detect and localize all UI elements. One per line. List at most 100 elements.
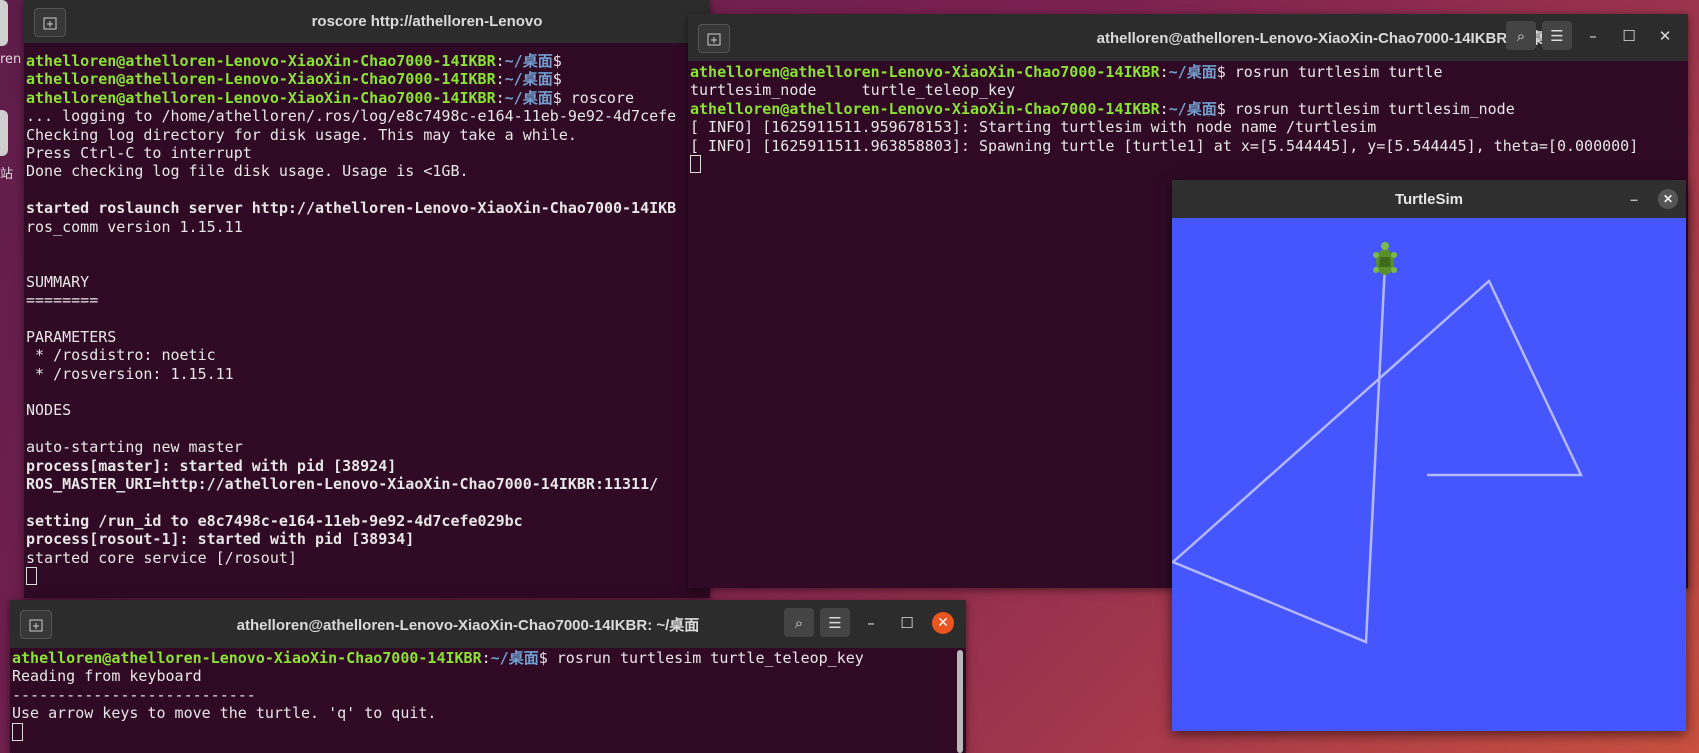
prompt-separator: : bbox=[1159, 63, 1169, 81]
teleop-scrollbar[interactable] bbox=[957, 650, 963, 753]
command-text: $ rosrun turtlesim turtle_teleop_key bbox=[538, 649, 864, 667]
command-text: $ rosrun turtlesim turtle bbox=[1216, 63, 1443, 81]
turtlesim-canvas bbox=[1170, 218, 1686, 731]
command-text: $ bbox=[552, 52, 562, 70]
terminal-line: started roslaunch server http://athellor… bbox=[26, 199, 677, 218]
terminal-cursor-line bbox=[26, 567, 708, 586]
turtle-path-drawing bbox=[1170, 242, 1583, 644]
roscore-window-title: roscore http://athelloren-Lenovo bbox=[311, 13, 543, 30]
terminal-cursor-line bbox=[690, 155, 1686, 174]
terminal-line: athelloren@athelloren-Lenovo-XiaoXin-Cha… bbox=[26, 52, 708, 70]
terminal-line: ros_comm version 1.15.11 bbox=[26, 217, 243, 236]
new-tab-icon[interactable] bbox=[698, 24, 730, 53]
turtlesim-window[interactable]: TurtleSim – ✕ bbox=[1170, 180, 1686, 731]
close-icon[interactable]: ✕ bbox=[928, 608, 958, 637]
terminal-line: athelloren@athelloren-Lenovo-XiaoXin-Cha… bbox=[690, 63, 1686, 81]
command-text: $ bbox=[552, 70, 562, 89]
teleop-window-title: athelloren@athelloren-Lenovo-XiaoXin-Cha… bbox=[236, 616, 700, 634]
node-window-title: athelloren@athelloren-Lenovo-XiaoXin-Cha… bbox=[1096, 30, 1560, 47]
teleop-terminal-window[interactable]: athelloren@athelloren-Lenovo-XiaoXin-Cha… bbox=[10, 600, 966, 753]
command-text: $ rosrun turtlesim turtlesim_node bbox=[1216, 99, 1515, 118]
prompt-separator: : bbox=[481, 649, 491, 667]
maximize-icon[interactable]: ☐ bbox=[892, 608, 922, 637]
terminal-line: athelloren@athelloren-Lenovo-XiaoXin-Cha… bbox=[12, 649, 964, 667]
search-icon[interactable]: ⌕ bbox=[1506, 21, 1536, 50]
terminal-line: Done checking log file disk usage. Usage… bbox=[26, 162, 469, 181]
dock-trash-tile[interactable] bbox=[0, 110, 8, 156]
dock-label-mid: 站 bbox=[0, 167, 14, 182]
roscore-terminal-output[interactable]: athelloren@athelloren-Lenovo-XiaoXin-Cha… bbox=[26, 52, 708, 598]
turtle-sprite bbox=[1373, 242, 1397, 275]
prompt-user: athelloren@athelloren-Lenovo-XiaoXin-Cha… bbox=[26, 52, 496, 70]
terminal-line: PARAMETERS bbox=[26, 327, 117, 346]
terminal-line: [ INFO] [1625911511.959678153]: Starting… bbox=[690, 118, 1377, 137]
close-icon[interactable]: ✕ bbox=[1658, 189, 1678, 209]
terminal-line: --------------------------- bbox=[12, 685, 256, 704]
terminal-line: auto-starting new master bbox=[26, 438, 243, 457]
roscore-titlebar[interactable]: roscore http://athelloren-Lenovo bbox=[24, 0, 710, 43]
terminal-line: process[rosout-1]: started with pid [389… bbox=[26, 530, 415, 549]
prompt-path: ~/桌面 bbox=[504, 70, 553, 89]
terminal-line: turtlesim_node turtle_teleop_key bbox=[690, 81, 1016, 100]
turtle-pen-trail bbox=[1170, 263, 1583, 644]
maximize-icon[interactable]: ☐ bbox=[1614, 21, 1644, 50]
hamburger-menu-icon[interactable]: ☰ bbox=[820, 608, 850, 637]
prompt-path: ~/桌面 bbox=[504, 52, 553, 70]
prompt-path: ~/桌面 bbox=[1168, 99, 1217, 118]
terminal-line: Use arrow keys to move the turtle. 'q' t… bbox=[12, 704, 437, 723]
terminal-line: Checking log directory for disk usage. T… bbox=[26, 125, 577, 144]
prompt-user: athelloren@athelloren-Lenovo-XiaoXin-Cha… bbox=[12, 649, 482, 667]
terminal-cursor-line bbox=[12, 723, 964, 742]
hamburger-menu-icon[interactable]: ☰ bbox=[1542, 21, 1572, 50]
teleop-titlebar[interactable]: athelloren@athelloren-Lenovo-XiaoXin-Cha… bbox=[10, 600, 966, 648]
text-cursor bbox=[26, 567, 37, 586]
turtlesim-titlebar[interactable]: TurtleSim – ✕ bbox=[1172, 180, 1686, 218]
terminal-line: athelloren@athelloren-Lenovo-XiaoXin-Cha… bbox=[26, 70, 708, 88]
terminal-line: NODES bbox=[26, 401, 72, 420]
prompt-user: athelloren@athelloren-Lenovo-XiaoXin-Cha… bbox=[690, 63, 1160, 81]
prompt-separator: : bbox=[495, 52, 505, 70]
prompt-path: ~/桌面 bbox=[504, 88, 553, 107]
terminal-line: Reading from keyboard bbox=[12, 667, 202, 686]
node-titlebar[interactable]: athelloren@athelloren-Lenovo-XiaoXin-Cha… bbox=[688, 14, 1688, 61]
dock-label-top: ren bbox=[0, 52, 22, 67]
search-icon[interactable]: ⌕ bbox=[784, 608, 814, 637]
command-text: $ roscore bbox=[552, 88, 634, 107]
prompt-separator: : bbox=[495, 88, 505, 107]
text-cursor bbox=[12, 723, 23, 742]
terminal-line: * /rosdistro: noetic bbox=[26, 346, 216, 365]
prompt-separator: : bbox=[1159, 99, 1169, 118]
text-cursor bbox=[690, 155, 701, 174]
teleop-terminal-output[interactable]: athelloren@athelloren-Lenovo-XiaoXin-Cha… bbox=[12, 649, 964, 753]
prompt-path: ~/桌面 bbox=[1168, 63, 1217, 81]
terminal-line: ... logging to /home/athelloren/.ros/log… bbox=[26, 107, 677, 126]
terminal-line: athelloren@athelloren-Lenovo-XiaoXin-Cha… bbox=[690, 100, 1686, 118]
roscore-terminal-window[interactable]: roscore http://athelloren-Lenovo athello… bbox=[24, 0, 710, 598]
terminal-line: setting /run_id to e8c7498c-e164-11eb-9e… bbox=[26, 511, 523, 530]
terminal-line: started core service [/rosout] bbox=[26, 548, 297, 567]
prompt-separator: : bbox=[495, 70, 505, 89]
terminal-line: [ INFO] [1625911511.963858803]: Spawning… bbox=[690, 136, 1639, 155]
terminal-line: ======== bbox=[26, 291, 99, 310]
close-icon[interactable]: ✕ bbox=[1650, 21, 1680, 50]
minimize-icon[interactable]: – bbox=[1578, 21, 1608, 50]
terminal-line: athelloren@athelloren-Lenovo-XiaoXin-Cha… bbox=[26, 89, 708, 107]
terminal-line: * /rosversion: 1.15.11 bbox=[26, 364, 234, 383]
minimize-icon[interactable]: – bbox=[1630, 191, 1638, 207]
turtlesim-window-title: TurtleSim bbox=[1394, 190, 1464, 208]
prompt-user: athelloren@athelloren-Lenovo-XiaoXin-Cha… bbox=[690, 99, 1160, 118]
new-tab-icon[interactable] bbox=[20, 610, 52, 639]
prompt-path: ~/桌面 bbox=[490, 649, 539, 667]
dock-app-tile[interactable] bbox=[0, 0, 8, 46]
terminal-line: Press Ctrl-C to interrupt bbox=[26, 143, 252, 162]
minimize-icon[interactable]: – bbox=[856, 608, 886, 637]
new-tab-icon[interactable] bbox=[34, 8, 66, 37]
terminal-line: process[master]: started with pid [38924… bbox=[26, 456, 397, 475]
